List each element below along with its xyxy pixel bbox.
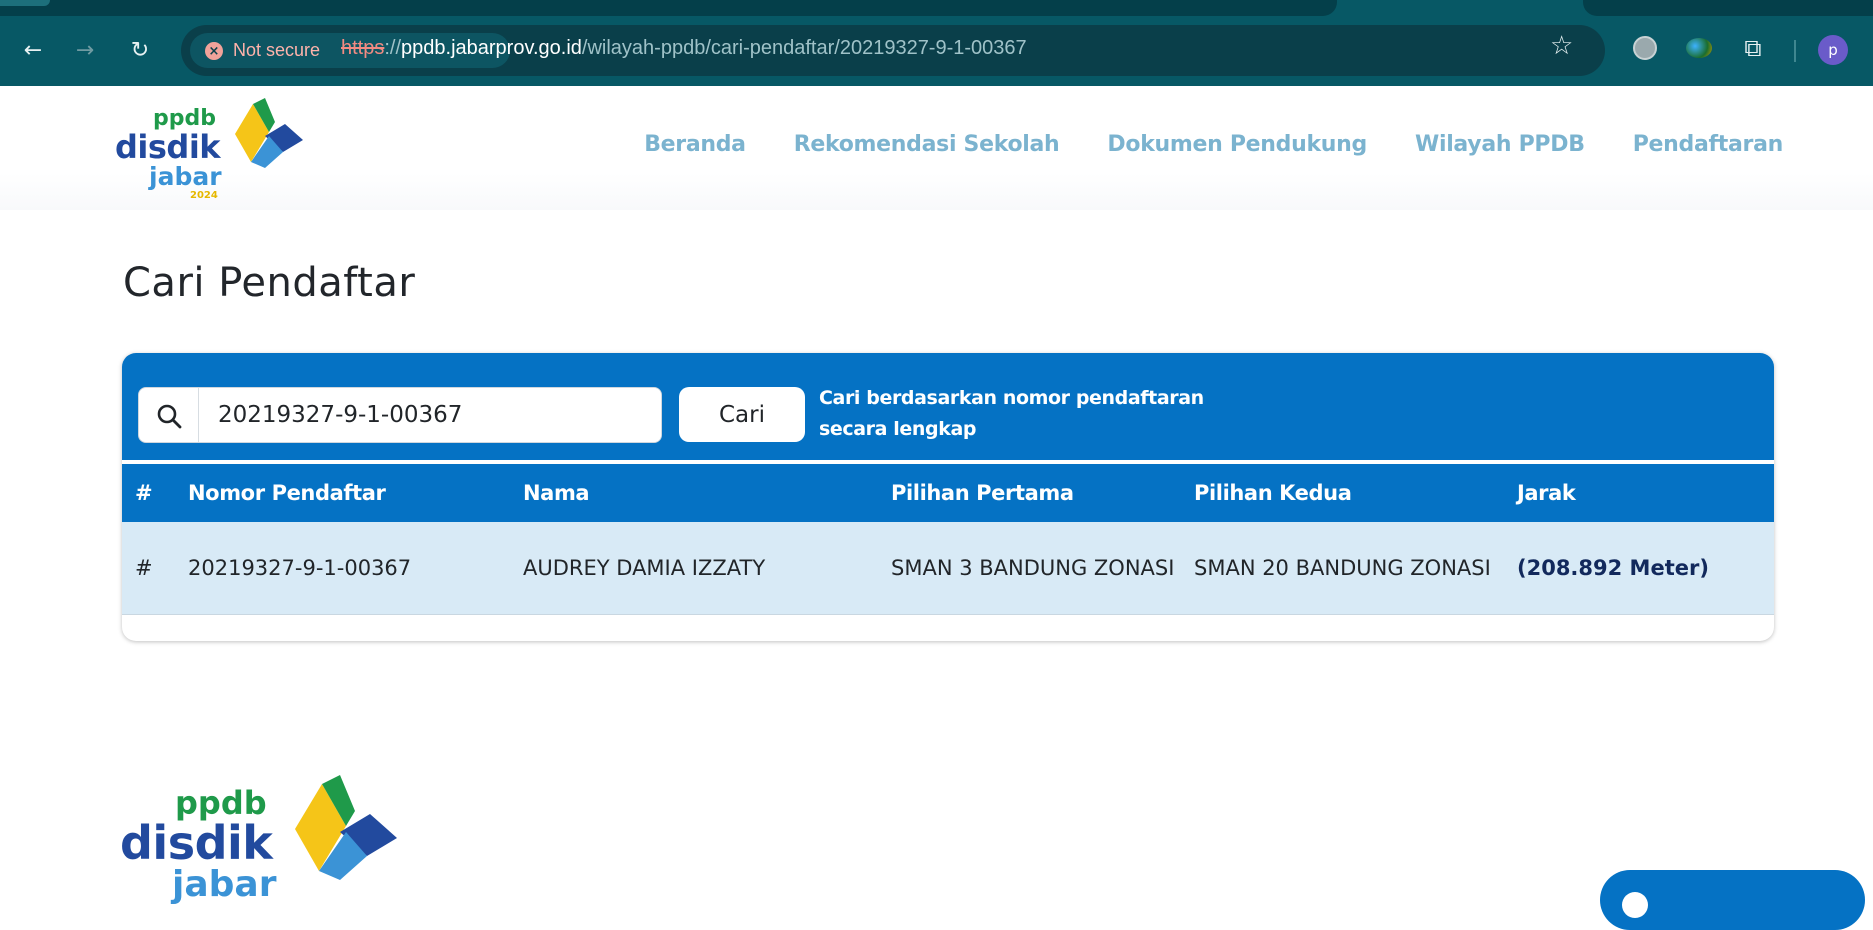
search-input-group: [138, 387, 662, 443]
search-icon: [139, 388, 199, 442]
col-nama: Nama: [523, 481, 590, 505]
nav-dokumen-pendukung[interactable]: Dokumen Pendukung: [1107, 132, 1367, 157]
page-title: Cari Pendaftar: [123, 260, 416, 306]
toolbar-divider: [1794, 40, 1796, 62]
url-separator: ://: [384, 37, 402, 59]
chat-icon: [1622, 892, 1648, 918]
table-header-row: # Nomor Pendaftar Nama Pilihan Pertama P…: [122, 464, 1774, 522]
logo-disdik: disdik: [115, 128, 221, 166]
cell-jarak: (208.892 Meter): [1517, 556, 1709, 580]
url-host: ppdb.jabarprov.go.id: [401, 37, 582, 59]
book-logo-icon: [235, 98, 303, 168]
puzzle-icon[interactable]: ⧉: [1738, 33, 1768, 63]
browser-chrome: ← → ↻ × Not secure https://ppdb.jabarpro…: [0, 0, 1873, 86]
active-tab[interactable]: [0, 0, 50, 6]
profile-avatar[interactable]: p: [1818, 35, 1848, 65]
logo-year: 2024: [190, 190, 218, 201]
col-pilihan-pertama: Pilihan Pertama: [891, 481, 1074, 505]
reload-icon[interactable]: ↻: [124, 34, 156, 66]
main-nav: Beranda Rekomendasi Sekolah Dokumen Pend…: [644, 132, 1783, 157]
search-hint: Cari berdasarkan nomor pendaftaran secar…: [819, 387, 1204, 440]
extension-orb-icon[interactable]: [1684, 33, 1714, 63]
row-divider: [122, 614, 1774, 615]
cell-pilihan-kedua: SMAN 20 BANDUNG ZONASI: [1194, 556, 1491, 580]
footer-logo-disdik: disdik: [120, 816, 273, 870]
address-bar[interactable]: × Not secure https://ppdb.jabarprov.go.i…: [181, 25, 1605, 76]
forward-icon[interactable]: →: [69, 34, 101, 66]
globe-icon[interactable]: [1630, 33, 1660, 63]
results-table: # Nomor Pendaftar Nama Pilihan Pertama P…: [122, 464, 1774, 614]
footer-logo: ppdb disdik jabar: [120, 766, 400, 906]
col-pilihan-kedua: Pilihan Kedua: [1194, 481, 1352, 505]
cell-pilihan-pertama: SMAN 3 BANDUNG ZONASI: [891, 556, 1175, 580]
not-secure-icon: ×: [205, 42, 223, 60]
nav-rekomendasi-sekolah[interactable]: Rekomendasi Sekolah: [794, 132, 1060, 157]
nav-beranda[interactable]: Beranda: [644, 132, 746, 157]
col-jarak: Jarak: [1517, 481, 1576, 505]
search-input[interactable]: [199, 388, 661, 442]
url-text[interactable]: https://ppdb.jabarprov.go.id/wilayah-ppd…: [341, 37, 1027, 60]
cell-nama: AUDREY DAMIA IZZATY: [523, 556, 766, 580]
site-logo[interactable]: ppdb disdik jabar 2024: [115, 92, 305, 202]
chat-button[interactable]: [1600, 870, 1865, 930]
security-label: Not secure: [233, 40, 321, 60]
nav-pendaftaran[interactable]: Pendaftaran: [1633, 132, 1784, 157]
url-path: /wilayah-ppdb/cari-pendaftar/20219327-9-…: [581, 37, 1027, 59]
col-index: #: [135, 481, 153, 505]
tab-strip-right: [1583, 0, 1873, 16]
nav-wilayah-ppdb[interactable]: Wilayah PPDB: [1415, 132, 1585, 157]
search-bar: Cari Cari berdasarkan nomor pendaftaran …: [122, 353, 1774, 460]
back-icon[interactable]: ←: [17, 34, 49, 66]
footer-book-logo-icon: [295, 775, 397, 880]
search-card: Cari Cari berdasarkan nomor pendaftaran …: [122, 353, 1774, 641]
tab-strip: [0, 0, 1337, 16]
logo-jabar: jabar: [149, 162, 222, 191]
url-scheme: https: [341, 37, 385, 59]
col-nomor-pendaftar: Nomor Pendaftar: [188, 481, 386, 505]
cari-button[interactable]: Cari: [679, 387, 805, 442]
star-icon[interactable]: ☆: [1550, 31, 1573, 61]
cell-index: #: [135, 556, 153, 580]
cell-nomor: 20219327-9-1-00367: [188, 556, 412, 580]
table-row: # 20219327-9-1-00367 AUDREY DAMIA IZZATY…: [122, 522, 1774, 614]
